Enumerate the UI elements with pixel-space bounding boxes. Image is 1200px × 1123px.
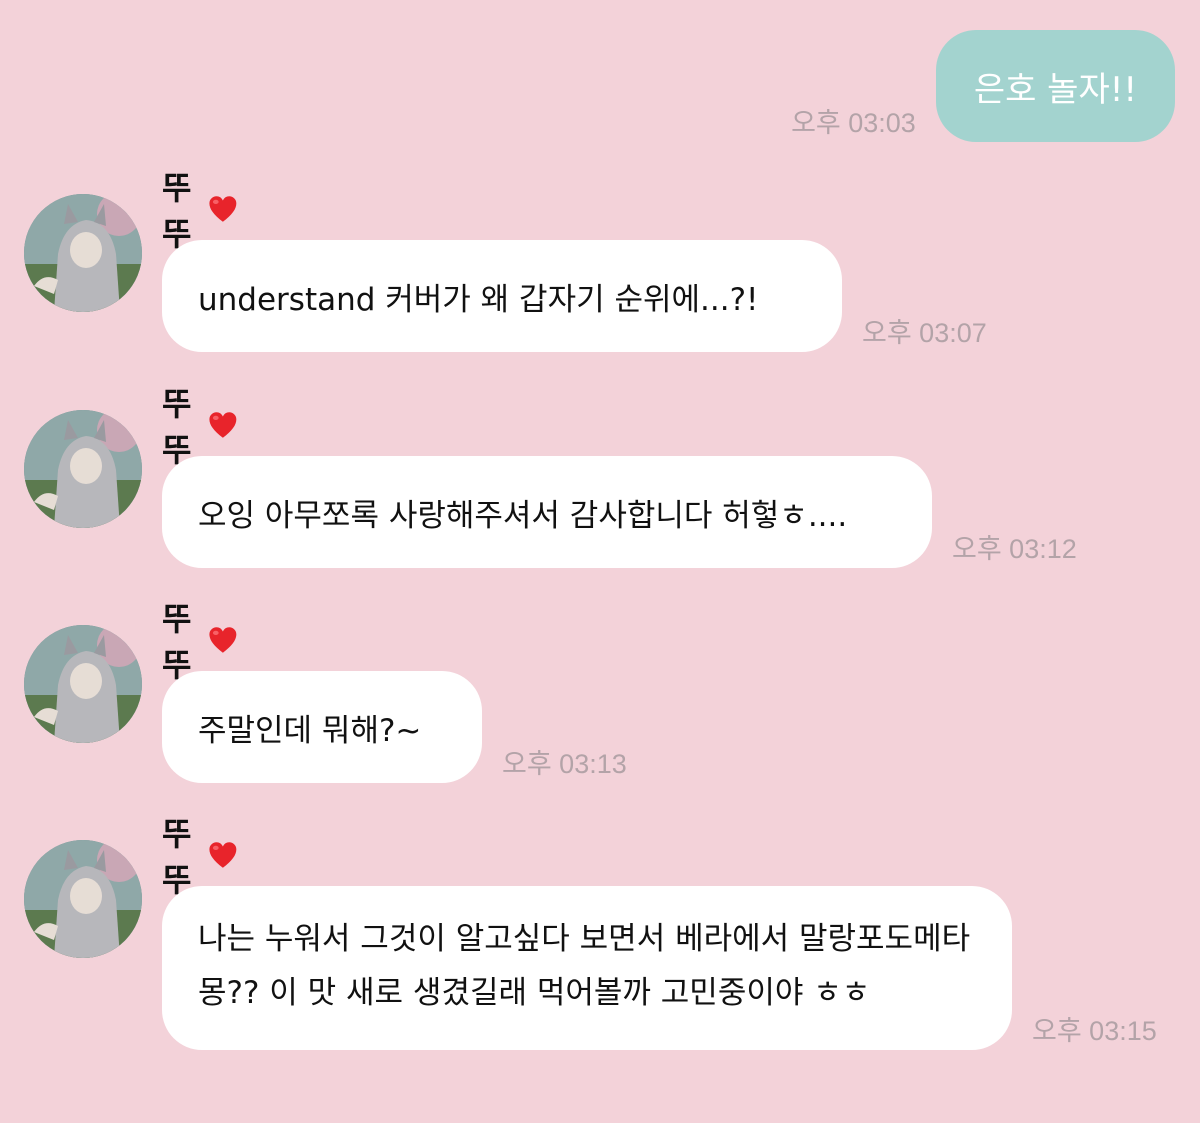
red-heart-icon [209, 627, 237, 653]
red-heart-icon [209, 412, 237, 438]
avatar[interactable] [24, 194, 142, 312]
incoming-bubble[interactable]: 오잉 아무쪼록 사랑해주셔서 감사합니다 허헣ㅎ.... [162, 456, 932, 568]
avatar[interactable] [24, 625, 142, 743]
red-heart-icon [209, 842, 237, 868]
message-timestamp: 오후 03:13 [502, 749, 627, 779]
incoming-bubble[interactable]: 주말인데 뭐해?~ [162, 671, 482, 783]
wolf-avatar-icon [24, 625, 142, 743]
outgoing-message: 오후 03:03 은호 놀자!! [791, 30, 1175, 142]
wolf-avatar-icon [24, 410, 142, 528]
wolf-avatar-icon [24, 840, 142, 958]
outgoing-bubble[interactable]: 은호 놀자!! [935, 30, 1175, 142]
message-timestamp: 오후 03:03 [791, 108, 916, 138]
message-timestamp: 오후 03:15 [1032, 1016, 1157, 1046]
avatar[interactable] [24, 410, 142, 528]
incoming-bubble[interactable]: 나는 누워서 그것이 알고싶다 보면서 베라에서 말랑포도메타몽?? 이 맛 새… [162, 886, 1012, 1050]
message-timestamp: 오후 03:12 [952, 534, 1077, 564]
wolf-avatar-icon [24, 194, 142, 312]
red-heart-icon [209, 196, 237, 222]
incoming-bubble[interactable]: understand 커버가 왜 갑자기 순위에...?! [162, 240, 842, 352]
avatar[interactable] [24, 840, 142, 958]
message-timestamp: 오후 03:07 [862, 318, 987, 348]
